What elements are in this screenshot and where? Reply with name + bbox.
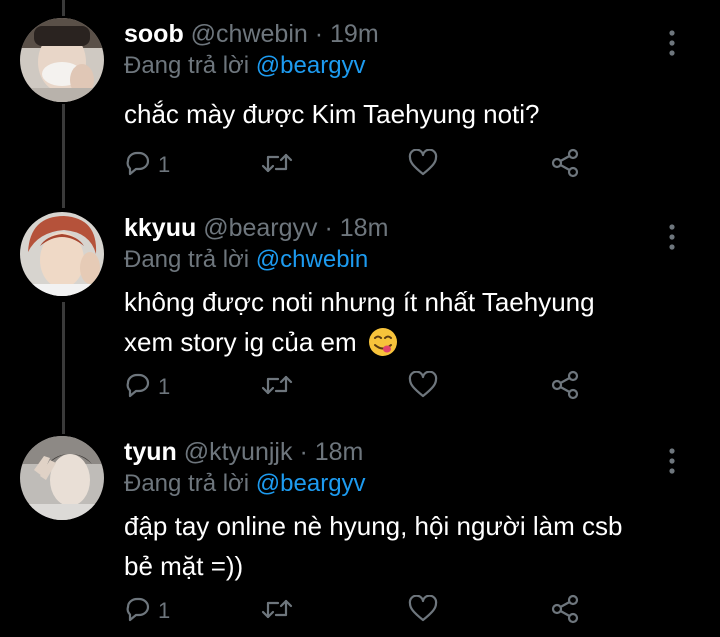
replying-to-label: Đang trả lời [124,470,250,497]
replying-to: Đang trả lời @beargyv [124,50,366,82]
share-icon [550,370,580,405]
timestamp[interactable]: 18m [340,214,389,242]
retweet-button[interactable] [260,596,294,626]
tweet-text: chắc mày được Kim Taehyung noti? [124,94,684,134]
avatar[interactable] [20,436,104,520]
tweet-text-line-content: xem story ig của em [124,327,357,357]
share-button[interactable] [550,370,580,405]
user-handle[interactable]: @beargyv [203,214,317,242]
more-options-icon[interactable] [664,28,680,58]
more-options-icon[interactable] [664,222,680,252]
tweet[interactable]: tyun @ktyunjjk · 18m Đang trả lời @bearg… [0,436,720,636]
tweet-text: không được noti nhưng ít nhất Taehyung x… [124,282,684,368]
replying-to: Đang trả lời @chwebin [124,244,368,276]
face-savoring-food-emoji [368,327,398,368]
retweet-icon [260,595,294,628]
avatar[interactable] [20,212,104,296]
mention-link[interactable]: @chwebin [256,246,368,273]
timestamp[interactable]: 18m [315,438,364,466]
display-name[interactable]: kkyuu [124,214,196,242]
reply-count: 1 [158,152,171,177]
separator: · [299,438,308,466]
reply-icon [124,149,152,182]
retweet-button[interactable] [260,150,294,180]
tweet-text-line: xem story ig của em [124,322,684,368]
display-name[interactable]: soob [124,20,184,48]
heart-icon [408,370,438,404]
user-handle[interactable]: @ktyunjjk [184,438,293,466]
like-button[interactable] [408,370,438,404]
heart-icon [408,148,438,182]
share-button[interactable] [550,594,580,629]
avatar[interactable] [20,18,104,102]
display-name[interactable]: tyun [124,438,177,466]
replying-to: Đang trả lời @beargyv [124,468,366,500]
more-options-icon[interactable] [664,446,680,476]
tweet-text-line: chắc mày được Kim Taehyung noti? [124,99,540,129]
action-bar: 1 [124,370,594,405]
share-icon [550,148,580,183]
retweet-button[interactable] [260,372,294,402]
reply-count: 1 [158,374,171,399]
tweet-header: soob @chwebin · 19m [124,18,379,50]
tweet-text-line: bẻ mặt =)) [124,551,244,581]
user-handle[interactable]: @chwebin [191,20,308,48]
reply-button[interactable]: 1 [124,596,170,626]
replying-to-label: Đang trả lời [124,246,250,273]
tweet-text-line: đập tay online nè hyung, hội người làm c… [124,511,623,541]
reply-count: 1 [158,598,171,623]
tweet-text: đập tay online nè hyung, hội người làm c… [124,506,684,586]
reply-icon [124,595,152,628]
share-icon [550,594,580,629]
retweet-icon [260,371,294,404]
reply-icon [124,371,152,404]
tweet[interactable]: soob @chwebin · 19m Đang trả lời @beargy… [0,18,720,198]
mention-link[interactable]: @beargyv [256,470,366,497]
tweet-text-line: không được noti nhưng ít nhất Taehyung [124,287,595,317]
tweet-header: kkyuu @beargyv · 18m [124,212,388,244]
thread-line-top [62,0,65,16]
share-button[interactable] [550,148,580,183]
like-button[interactable] [408,148,438,182]
heart-icon [408,594,438,628]
tweet[interactable]: kkyuu @beargyv · 18m Đang trả lời @chweb… [0,212,720,422]
replying-to-label: Đang trả lời [124,52,250,79]
like-button[interactable] [408,594,438,628]
action-bar: 1 [124,148,594,183]
timestamp[interactable]: 19m [330,20,379,48]
mention-link[interactable]: @beargyv [256,52,366,79]
separator: · [314,20,324,48]
reply-button[interactable]: 1 [124,372,170,402]
reply-button[interactable]: 1 [124,150,170,180]
separator: · [324,214,333,242]
tweet-header: tyun @ktyunjjk · 18m [124,436,363,468]
retweet-icon [260,149,294,182]
action-bar: 1 [124,594,594,629]
